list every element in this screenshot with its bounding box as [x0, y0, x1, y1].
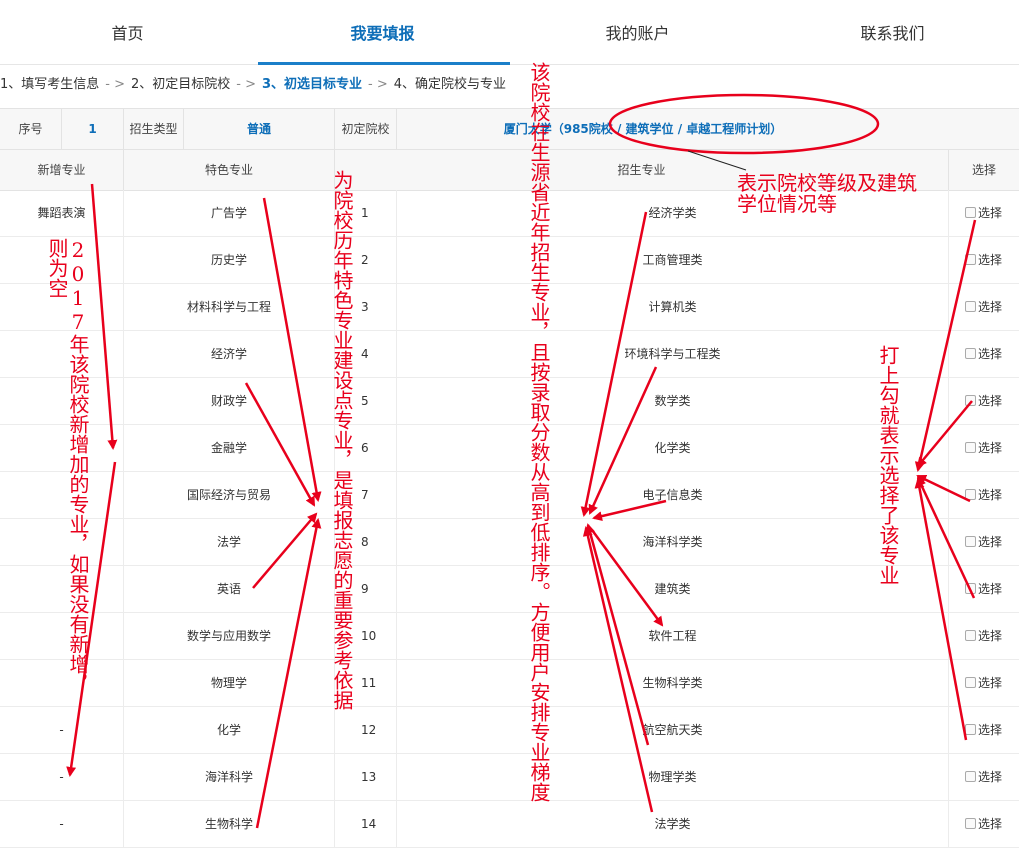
major-arrow-5	[585, 523, 650, 746]
select-arrow-5	[914, 478, 968, 741]
featured-arrow-2	[244, 382, 316, 507]
annotation-new-major: 2017年该院校新增加的专业，如果没有新增，则为空	[45, 238, 90, 694]
major-arrow-1	[580, 211, 648, 517]
major-arrow-6	[582, 526, 654, 813]
annotation-select: 打上勾就表示选择了该专业	[876, 345, 900, 585]
annotation-arrows	[66, 93, 977, 829]
featured-arrow-1	[262, 197, 322, 502]
annotation-level-1: 表示院校等级及建筑	[737, 171, 917, 195]
select-arrow-4	[916, 476, 976, 599]
annotation-level-2: 学位情况等	[737, 192, 837, 216]
annotation-featured: 为院校历年特色专业建设点专业，是填报志愿的重要参考依据	[330, 170, 354, 710]
school-level-ellipse	[608, 93, 880, 155]
new-major-arrow-1	[90, 183, 118, 450]
major-arrow-3	[592, 499, 667, 522]
annotation-major-order: 该院校在生源省近年招生专业，且按录取分数从高到低排序。方便用户安排专业梯度	[527, 62, 551, 802]
featured-arrow-4	[255, 518, 322, 829]
